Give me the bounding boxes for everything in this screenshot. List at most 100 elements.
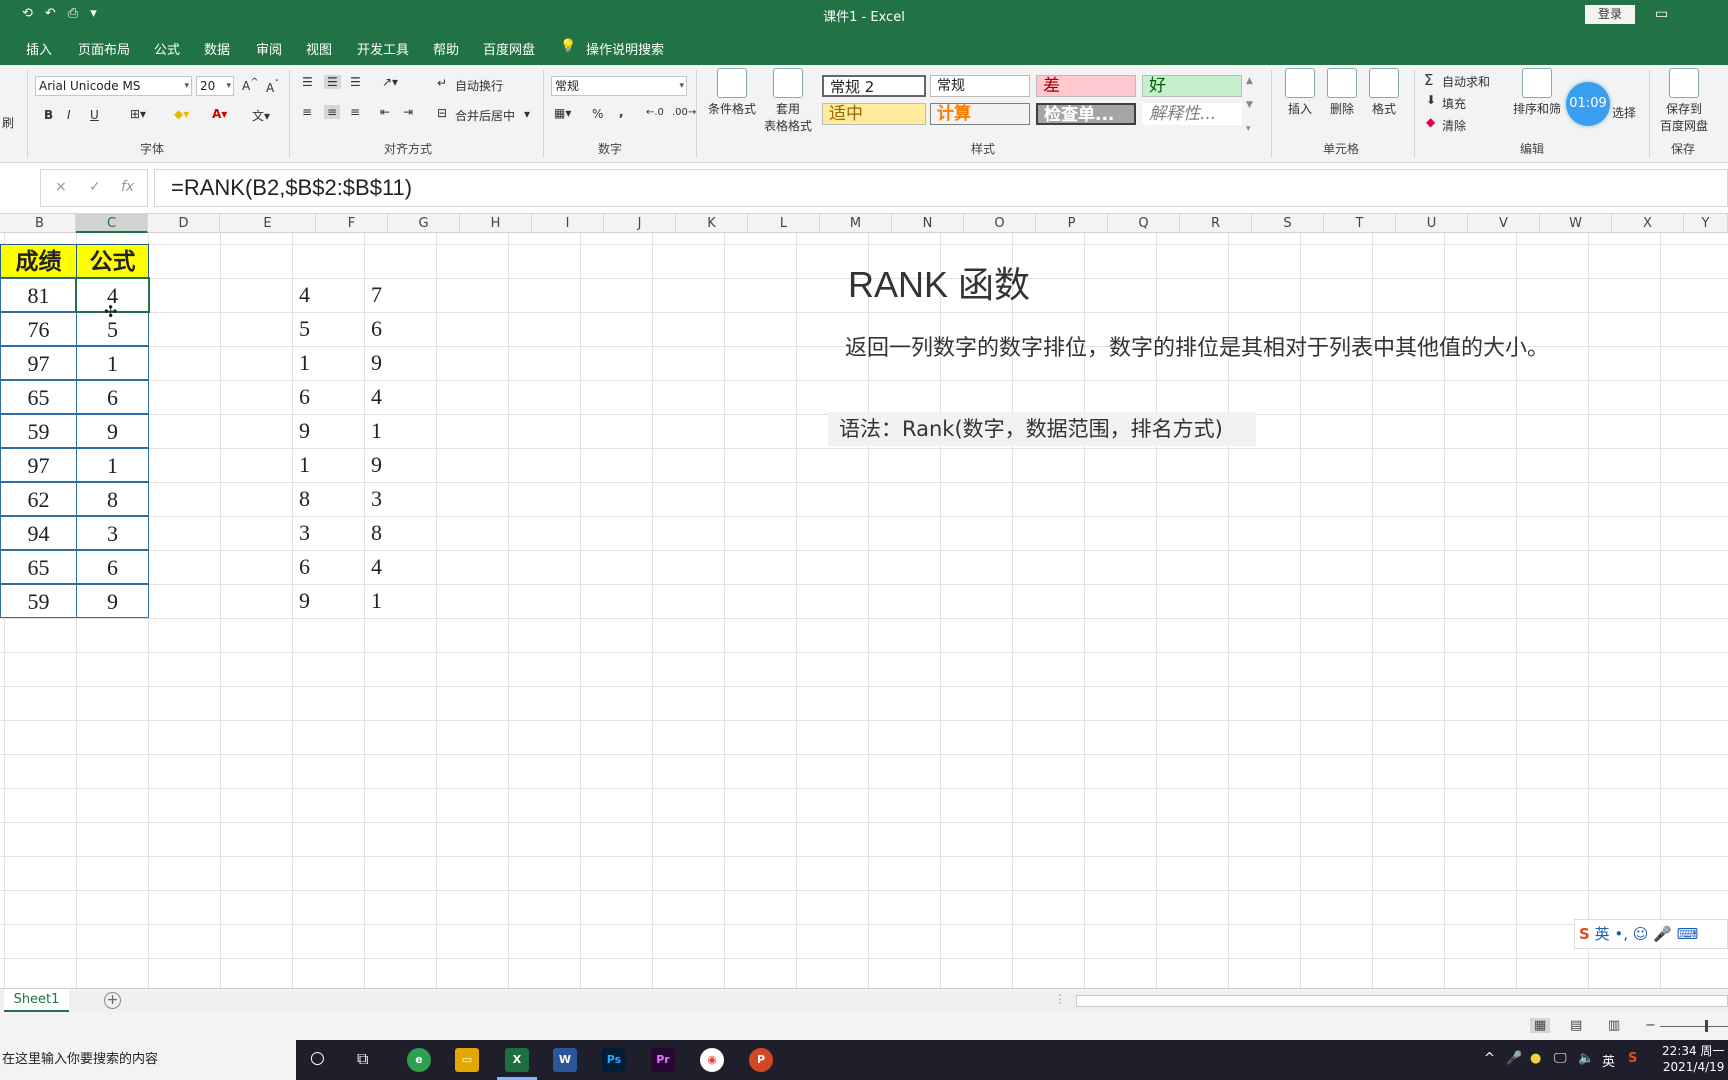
table-cell-f[interactable]: 7 <box>316 278 388 312</box>
format-painter-label[interactable]: 刷 <box>2 114 14 131</box>
insert-function-icon[interactable]: fx <box>121 179 134 195</box>
sogou-tray-icon[interactable]: S <box>1628 1051 1637 1066</box>
column-header[interactable]: V <box>1468 214 1540 233</box>
input-lang[interactable]: 英 <box>1602 1051 1615 1070</box>
table-cell-e[interactable]: 1 <box>220 346 316 380</box>
column-header[interactable]: I <box>532 214 604 233</box>
tell-me-search[interactable]: 操作说明搜索 <box>586 39 664 58</box>
style-check-cell[interactable]: 检查单... <box>1036 103 1136 125</box>
table-cell-f[interactable]: 9 <box>316 448 388 482</box>
column-header[interactable]: Q <box>1108 214 1180 233</box>
table-cell-b[interactable]: 97 <box>0 448 77 482</box>
ime-punct-icon[interactable]: •, <box>1614 925 1628 943</box>
premiere-icon[interactable]: Pr <box>651 1048 675 1072</box>
column-header[interactable]: P <box>1036 214 1108 233</box>
font-size-select[interactable]: 20 <box>196 76 234 96</box>
italic-button[interactable]: I <box>67 108 71 122</box>
table-cell-f[interactable]: 3 <box>316 482 388 516</box>
styles-scroll-icon[interactable]: ▲ ▼ ▾ <box>1246 69 1253 141</box>
sheet-tab[interactable]: Sheet1 <box>4 989 69 1012</box>
taskbar-search[interactable]: 在这里输入你要搜索的内容 <box>0 1040 296 1080</box>
tab-help[interactable]: 帮助 <box>433 39 459 58</box>
tab-review[interactable]: 审阅 <box>256 39 282 58</box>
style-normal-2[interactable]: 常规 2 <box>822 75 926 97</box>
page-layout-view-icon[interactable]: ▤ <box>1570 1018 1582 1033</box>
style-neutral[interactable]: 适中 <box>822 103 926 125</box>
align-top-icon[interactable]: ☰ <box>302 75 313 89</box>
clear-button[interactable]: 清除 <box>1442 117 1466 134</box>
phonetic-icon[interactable]: 文▾ <box>252 107 270 124</box>
bold-button[interactable]: B <box>44 108 53 122</box>
header-score[interactable]: 成绩 <box>0 244 77 278</box>
login-button[interactable]: 登录 <box>1585 5 1635 24</box>
powerpoint-icon[interactable]: P <box>749 1048 773 1072</box>
table-cell-b[interactable]: 81 <box>0 278 77 312</box>
table-cell-f[interactable]: 4 <box>316 550 388 584</box>
add-sheet-button[interactable]: + <box>104 992 121 1009</box>
table-cell-e[interactable]: 3 <box>220 516 316 550</box>
delete-cells-button[interactable]: 删除 <box>1324 68 1360 117</box>
chrome-icon[interactable]: ◉ <box>700 1048 724 1072</box>
table-cell-c[interactable]: 3 <box>76 516 149 550</box>
wrap-text-icon[interactable]: ↵ <box>437 76 447 90</box>
word-icon[interactable]: W <box>553 1048 577 1072</box>
table-cell-f[interactable]: 8 <box>316 516 388 550</box>
style-explanatory[interactable]: 解释性... <box>1142 103 1242 125</box>
percent-button[interactable]: % <box>592 107 603 121</box>
normal-view-icon[interactable]: ▦ <box>1530 1018 1551 1033</box>
table-cell-c[interactable]: 8 <box>76 482 149 516</box>
format-as-table-button[interactable]: 套用 表格格式 <box>758 68 818 134</box>
column-header[interactable]: N <box>892 214 964 233</box>
table-cell-c[interactable]: 9 <box>76 584 149 618</box>
formula-input[interactable]: =RANK(B2,$B$2:$B$11) <box>154 169 1728 207</box>
table-cell-b[interactable]: 59 <box>0 584 77 618</box>
tab-page-layout[interactable]: 页面布局 <box>78 39 130 58</box>
table-cell-c[interactable]: 9 <box>76 414 149 448</box>
column-header[interactable]: R <box>1180 214 1252 233</box>
style-good[interactable]: 好 <box>1142 75 1242 97</box>
column-header[interactable]: F <box>316 214 388 233</box>
tab-baidu-netdisk[interactable]: 百度网盘 <box>483 39 535 58</box>
column-header[interactable]: W <box>1540 214 1612 233</box>
zoom-slider-thumb[interactable] <box>1705 1020 1708 1032</box>
table-cell-e[interactable]: 6 <box>220 550 316 584</box>
fill-icon[interactable]: ⬇ <box>1426 93 1436 107</box>
align-bottom-icon[interactable]: ☰ <box>350 75 361 89</box>
column-header[interactable]: G <box>388 214 460 233</box>
table-cell-b[interactable]: 62 <box>0 482 77 516</box>
column-header[interactable]: L <box>748 214 820 233</box>
browser-360-icon[interactable]: e <box>407 1048 431 1072</box>
underline-button[interactable]: U <box>90 108 99 122</box>
align-left-icon[interactable]: ≡ <box>302 105 312 119</box>
column-header[interactable]: M <box>820 214 892 233</box>
table-cell-e[interactable]: 8 <box>220 482 316 516</box>
table-cell-b[interactable]: 76 <box>0 312 77 346</box>
format-cells-button[interactable]: 格式 <box>1366 68 1402 117</box>
column-header[interactable]: H <box>460 214 532 233</box>
fill-color-icon[interactable]: ◆▾ <box>174 107 189 121</box>
orientation-icon[interactable]: ↗▾ <box>382 75 398 89</box>
tray-mic-icon[interactable]: 🎤 <box>1506 1051 1522 1066</box>
style-normal[interactable]: 常规 <box>930 75 1030 97</box>
file-explorer-icon[interactable]: ▭ <box>455 1048 479 1072</box>
wrap-text-button[interactable]: 自动换行 <box>455 77 503 94</box>
restore-window-icon[interactable]: ▭ <box>1655 6 1668 22</box>
keyboard-icon[interactable]: ⌨ <box>1677 925 1699 943</box>
header-formula[interactable]: 公式 <box>76 244 149 278</box>
zoom-out-button[interactable]: − <box>1645 1018 1656 1033</box>
increase-decimal-icon[interactable]: ←.0 <box>646 107 664 118</box>
decrease-decimal-icon[interactable]: .00→ <box>672 107 696 118</box>
table-cell-e[interactable]: 4 <box>220 278 316 312</box>
excel-icon[interactable]: X <box>505 1048 529 1072</box>
table-cell-b[interactable]: 94 <box>0 516 77 550</box>
network-icon[interactable]: 🖵 <box>1554 1051 1567 1066</box>
number-format-select[interactable]: 常规 <box>551 76 687 96</box>
comma-button[interactable]: , <box>619 105 624 119</box>
column-header[interactable]: O <box>964 214 1036 233</box>
task-view-icon[interactable]: ⧉ <box>357 1049 368 1069</box>
column-header[interactable]: T <box>1324 214 1396 233</box>
tab-view[interactable]: 视图 <box>306 39 332 58</box>
tray-app-icon[interactable]: ● <box>1530 1051 1541 1066</box>
table-cell-b[interactable]: 65 <box>0 380 77 414</box>
style-bad[interactable]: 差 <box>1036 75 1136 97</box>
